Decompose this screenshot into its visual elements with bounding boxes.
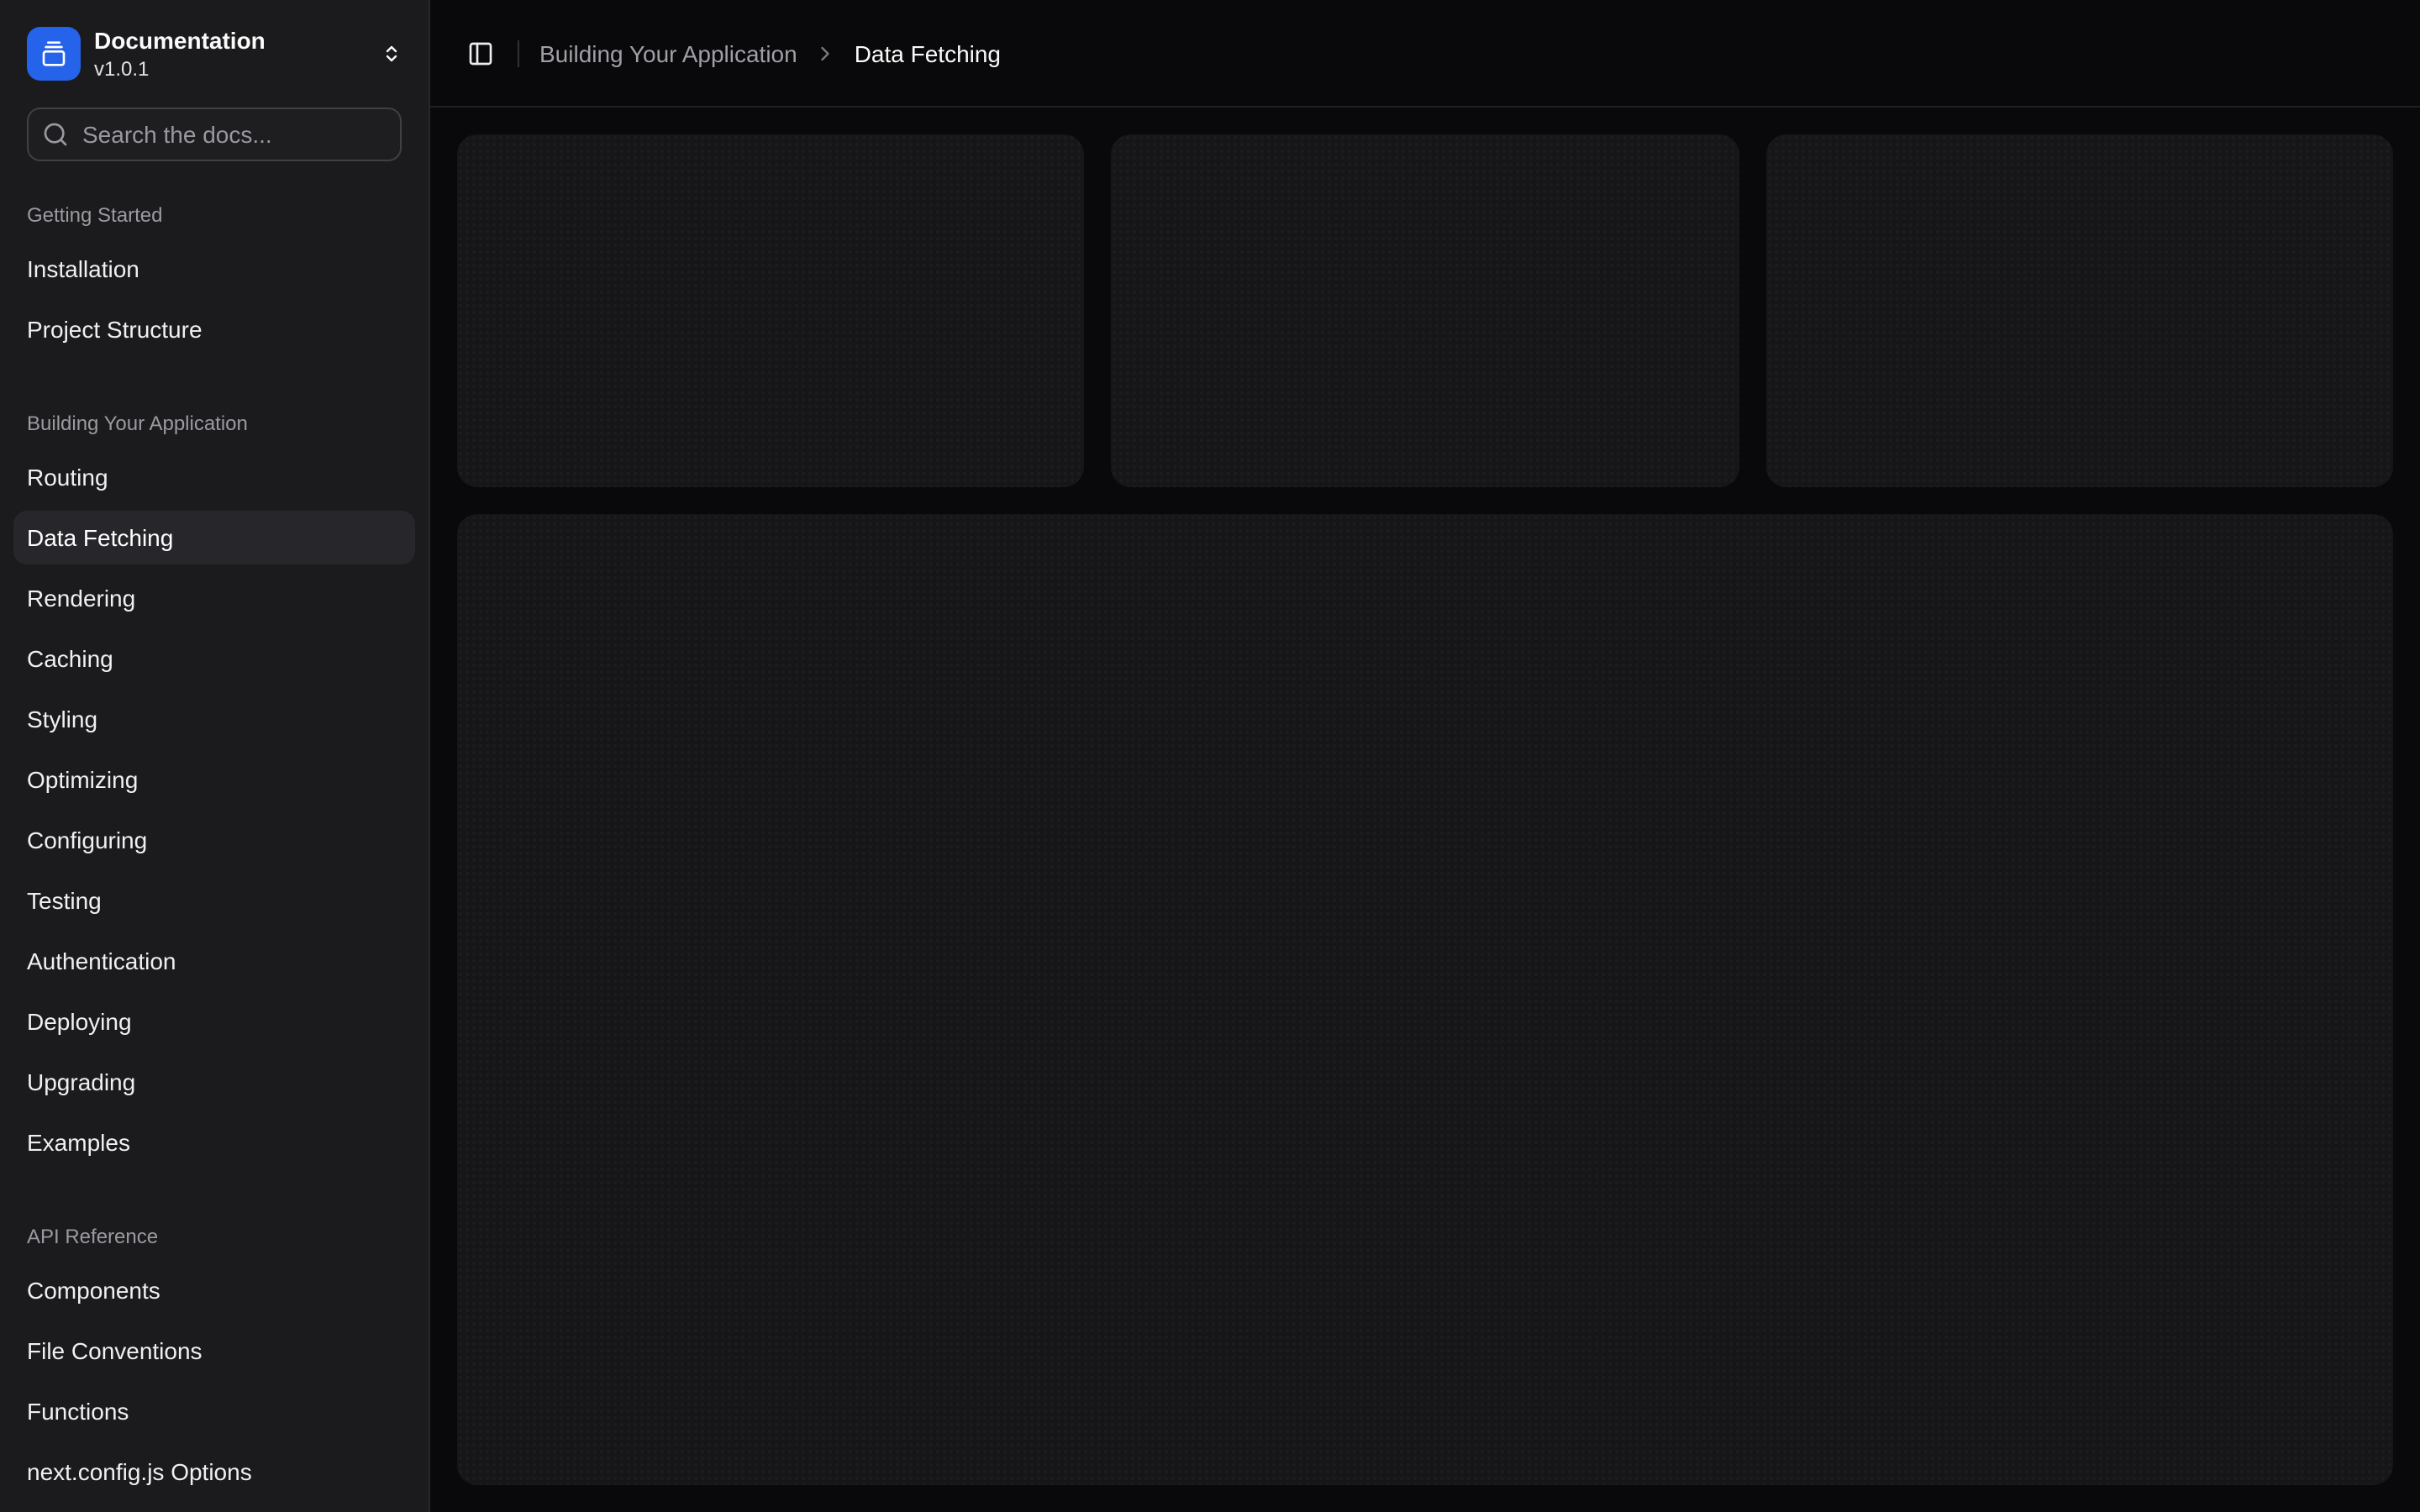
sidebar-item-file-conventions[interactable]: File Conventions <box>13 1324 415 1378</box>
placeholder-cards-row <box>457 134 2393 487</box>
sidebar-item-configuring[interactable]: Configuring <box>13 813 415 867</box>
sidebar-group-getting-started: Getting StartedInstallation Project Struc… <box>13 188 415 356</box>
header-divider <box>518 39 519 66</box>
workspace-title: Documentation <box>94 27 368 55</box>
sidebar-item-components[interactable]: Components <box>13 1263 415 1317</box>
sidebar-item-data-fetching[interactable]: Data Fetching <box>13 511 415 564</box>
sidebar-item-routing[interactable]: Routing <box>13 450 415 504</box>
sidebar-item-deploying[interactable]: Deploying <box>13 995 415 1048</box>
breadcrumb: Building Your Application Data Fetching <box>539 39 1001 66</box>
gallery-vertical-end-icon <box>40 40 67 67</box>
sidebar-item-examples[interactable]: Examples <box>13 1116 415 1169</box>
workspace-switcher[interactable]: Documentation v1.0.1 <box>13 13 415 94</box>
sidebar-group-label: Building Your Application <box>13 396 415 450</box>
sidebar-nav: Getting StartedInstallation Project Struc… <box>13 161 415 1499</box>
sidebar-group-label: API Reference <box>13 1210 415 1263</box>
sidebar-menu: Installation Project Structure <box>13 242 415 356</box>
sidebar-item-upgrading[interactable]: Upgrading <box>13 1055 415 1109</box>
sidebar-group-label: Getting Started <box>13 188 415 242</box>
sidebar-item-installation[interactable]: Installation <box>13 242 415 296</box>
sidebar-item-rendering[interactable]: Rendering <box>13 571 415 625</box>
main-area: Building Your Application Data Fetching <box>430 0 2420 1512</box>
breadcrumb-current: Data Fetching <box>855 39 1001 66</box>
workspace-version: v1.0.1 <box>94 57 368 81</box>
content-placeholder-main <box>457 514 2393 1485</box>
topbar: Building Your Application Data Fetching <box>430 0 2420 108</box>
breadcrumb-parent[interactable]: Building Your Application <box>539 39 797 66</box>
search-field <box>27 108 402 161</box>
sidebar-item-next-config-js-options[interactable]: next.config.js Options <box>13 1445 415 1499</box>
app-root: Documentation v1.0.1 Getting StartedInst… <box>0 0 2420 1512</box>
chevrons-up-down-icon <box>381 44 402 64</box>
sidebar-item-project-structure[interactable]: Project Structure <box>13 302 415 356</box>
sidebar-item-functions[interactable]: Functions <box>13 1384 415 1438</box>
app-logo <box>27 27 81 81</box>
page-content <box>430 108 2420 1512</box>
content-placeholder-card <box>1112 134 1739 487</box>
sidebar: Documentation v1.0.1 Getting StartedInst… <box>0 0 430 1512</box>
panel-left-icon <box>467 39 494 66</box>
sidebar-menu: Routing Data Fetching Rendering Caching Styl… <box>13 450 415 1169</box>
sidebar-item-caching[interactable]: Caching <box>13 632 415 685</box>
workspace-info: Documentation v1.0.1 <box>94 27 368 81</box>
sidebar-item-optimizing[interactable]: Optimizing <box>13 753 415 806</box>
sidebar-item-styling[interactable]: Styling <box>13 692 415 746</box>
search-input[interactable] <box>27 108 402 161</box>
sidebar-item-authentication[interactable]: Authentication <box>13 934 415 988</box>
chevron-right-icon <box>814 41 838 65</box>
sidebar-group-building-your-application: Building Your ApplicationRouting Data Fet… <box>13 396 415 1169</box>
content-placeholder-card <box>457 134 1085 487</box>
sidebar-menu: Components File Conventions Functions next.… <box>13 1263 415 1499</box>
sidebar-group-api-reference: API ReferenceComponents File Conventions F… <box>13 1210 415 1499</box>
sidebar-item-testing[interactable]: Testing <box>13 874 415 927</box>
sidebar-toggle-button[interactable] <box>457 29 504 76</box>
content-placeholder-card <box>1765 134 2393 487</box>
